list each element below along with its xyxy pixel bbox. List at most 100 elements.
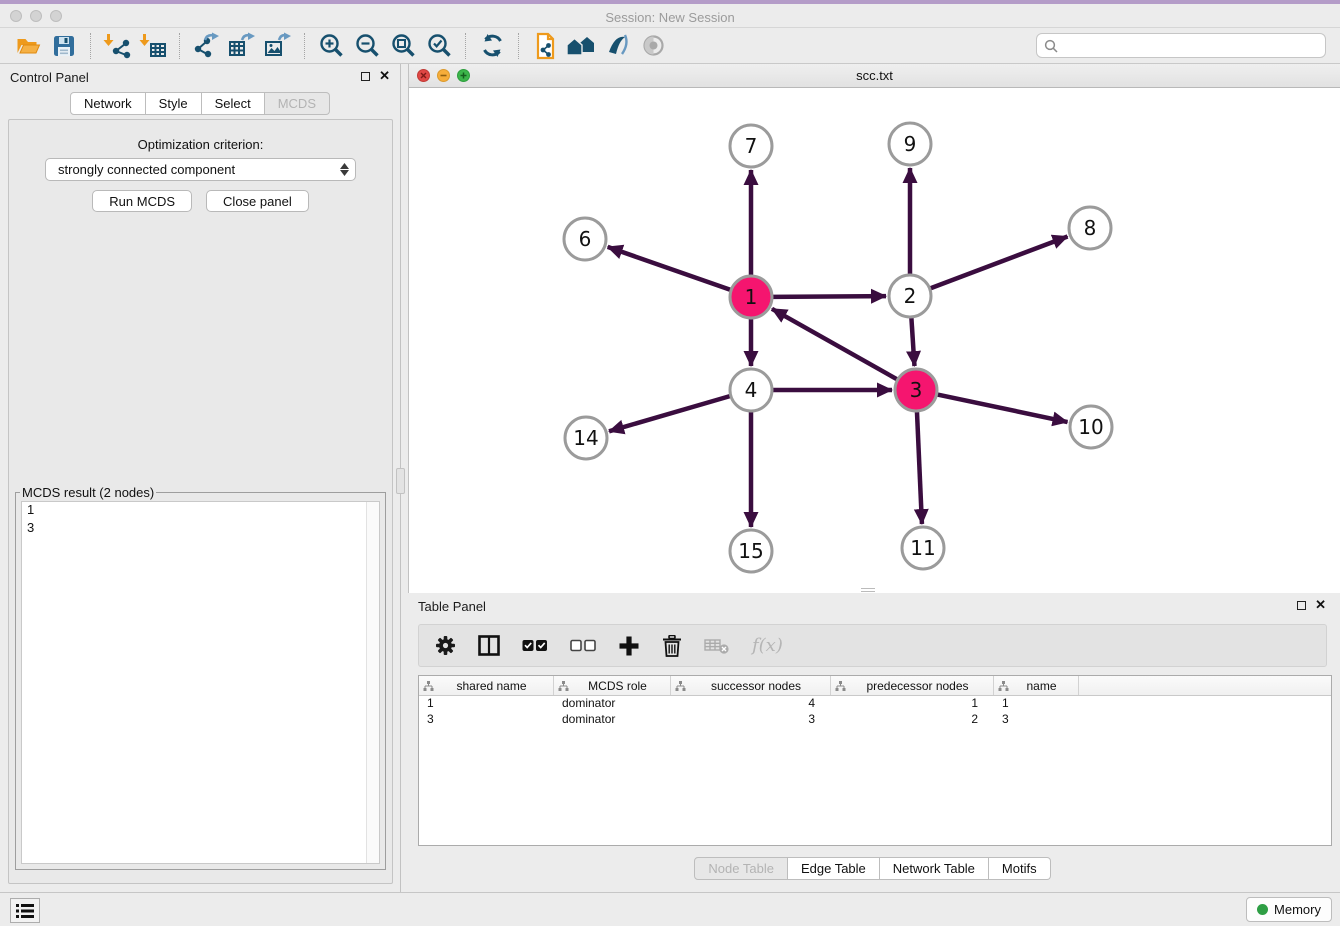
refresh-icon (479, 32, 506, 59)
import-table-button[interactable] (135, 31, 171, 61)
node-8[interactable]: 8 (1069, 207, 1111, 249)
plus-icon (618, 635, 640, 657)
node-1[interactable]: 1 (730, 276, 772, 318)
function-builder-button[interactable]: f(x) (752, 635, 783, 656)
column-header-label: name (1009, 679, 1074, 693)
tab-node-table[interactable]: Node Table (694, 857, 788, 880)
apply-layout-button[interactable] (474, 31, 510, 61)
criterion-dropdown-value: strongly connected component (58, 162, 235, 177)
tab-network-table[interactable]: Network Table (880, 857, 989, 880)
node-2[interactable]: 2 (889, 275, 931, 317)
clone-network-button[interactable] (527, 31, 563, 61)
close-panel-button[interactable]: Close panel (206, 190, 309, 212)
task-history-button[interactable] (10, 898, 40, 923)
export-image-button[interactable] (260, 31, 296, 61)
zoom-out-button[interactable] (349, 31, 385, 61)
toggle-view-button[interactable] (635, 31, 671, 61)
add-column-button[interactable] (618, 635, 640, 657)
node-3[interactable]: 3 (895, 369, 937, 411)
column-header-successor-nodes[interactable]: successor nodes (671, 676, 831, 695)
zoom-in-button[interactable] (313, 31, 349, 61)
column-layout-button[interactable] (478, 635, 500, 656)
unselect-all-columns-button[interactable] (570, 639, 596, 652)
edge-4-14[interactable] (609, 396, 730, 431)
table-cell: 3 (671, 712, 831, 728)
node-table[interactable]: shared name MCDS role successor nodes prede… (418, 675, 1332, 846)
control-panel: Control Panel ✕ NetworkStyleSelectMCDS O… (0, 64, 401, 892)
memory-button[interactable]: Memory (1246, 897, 1332, 922)
edge-2-8[interactable] (931, 236, 1068, 288)
toolbar-separator (90, 33, 91, 59)
result-scrollbar[interactable] (366, 502, 379, 863)
float-table-panel-icon[interactable] (1297, 601, 1306, 610)
node-7[interactable]: 7 (730, 125, 772, 167)
table-panel-title: Table Panel (418, 599, 486, 614)
zoom-out-icon (354, 32, 381, 59)
criterion-dropdown[interactable]: strongly connected component (45, 158, 356, 181)
table-row[interactable]: 1dominator411 (419, 696, 1331, 712)
node-14[interactable]: 14 (565, 417, 607, 459)
node-10[interactable]: 10 (1070, 406, 1112, 448)
clone-network-icon (531, 32, 559, 60)
show-home-button[interactable] (563, 31, 599, 61)
homes-icon (566, 33, 596, 59)
search-box[interactable] (1036, 33, 1326, 58)
open-session-button[interactable] (10, 31, 46, 61)
trash-icon (662, 635, 682, 657)
tab-style[interactable]: Style (146, 92, 202, 115)
network-window-title: scc.txt (409, 64, 1340, 87)
column-header-MCDS-role[interactable]: MCDS role (554, 676, 671, 695)
run-mcds-button[interactable]: Run MCDS (92, 190, 192, 212)
node-9[interactable]: 9 (889, 123, 931, 165)
search-input[interactable] (1063, 39, 1318, 53)
network-window-titlebar[interactable]: scc.txt (409, 64, 1340, 88)
table-cell: dominator (554, 712, 671, 728)
save-session-button[interactable] (46, 31, 82, 61)
network-graph[interactable]: 7 9 6 8 1 2 4 3 14 10 15 11 (409, 88, 1340, 593)
column-header-label: successor nodes (686, 679, 826, 693)
export-table-button[interactable] (224, 31, 260, 61)
delete-table-button[interactable] (704, 637, 730, 655)
edge-3-10[interactable] (938, 395, 1068, 422)
node-11[interactable]: 11 (902, 527, 944, 569)
mcds-result-textarea[interactable]: 13 (21, 501, 380, 864)
tab-motifs[interactable]: Motifs (989, 857, 1051, 880)
tab-select[interactable]: Select (202, 92, 265, 115)
edge-1-6[interactable] (608, 247, 731, 290)
canvas-resize-grip[interactable] (861, 588, 875, 592)
mcds-panel: Optimization criterion: strongly connect… (8, 119, 393, 884)
table-cell: 4 (671, 696, 831, 712)
node-label: 11 (910, 536, 935, 560)
zoom-fit-button[interactable] (385, 31, 421, 61)
style-brush-button[interactable] (599, 31, 635, 61)
column-header-label: MCDS role (569, 679, 666, 693)
table-cell: 2 (831, 712, 994, 728)
edge-1-2[interactable] (773, 296, 886, 297)
mcds-result-title: MCDS result (2 nodes) (20, 485, 156, 500)
panel-splitter-grip[interactable] (396, 468, 405, 494)
column-header-name[interactable]: name (994, 676, 1079, 695)
import-network-button[interactable] (99, 31, 135, 61)
node-4[interactable]: 4 (730, 369, 772, 411)
select-all-columns-button[interactable] (522, 639, 548, 652)
network-canvas[interactable]: 7 9 6 8 1 2 4 3 14 10 15 11 (409, 88, 1340, 593)
tab-mcds[interactable]: MCDS (265, 92, 330, 115)
export-network-button[interactable] (188, 31, 224, 61)
table-row[interactable]: 3dominator323 (419, 712, 1331, 728)
close-table-panel-icon[interactable]: ✕ (1315, 599, 1326, 611)
node-15[interactable]: 15 (730, 530, 772, 572)
float-panel-icon[interactable] (361, 72, 370, 81)
edge-3-11[interactable] (917, 412, 922, 524)
tab-network[interactable]: Network (70, 92, 146, 115)
window-title: Session: New Session (0, 8, 1340, 28)
zoom-selected-button[interactable] (421, 31, 457, 61)
tab-edge-table[interactable]: Edge Table (788, 857, 880, 880)
close-panel-icon[interactable]: ✕ (379, 70, 390, 82)
column-header-shared-name[interactable]: shared name (419, 676, 554, 695)
edge-2-3[interactable] (911, 318, 914, 366)
column-header-predecessor-nodes[interactable]: predecessor nodes (831, 676, 994, 695)
node-6[interactable]: 6 (564, 218, 606, 260)
edge-3-1[interactable] (772, 309, 897, 379)
table-settings-button[interactable] (435, 635, 456, 656)
delete-columns-button[interactable] (662, 635, 682, 657)
